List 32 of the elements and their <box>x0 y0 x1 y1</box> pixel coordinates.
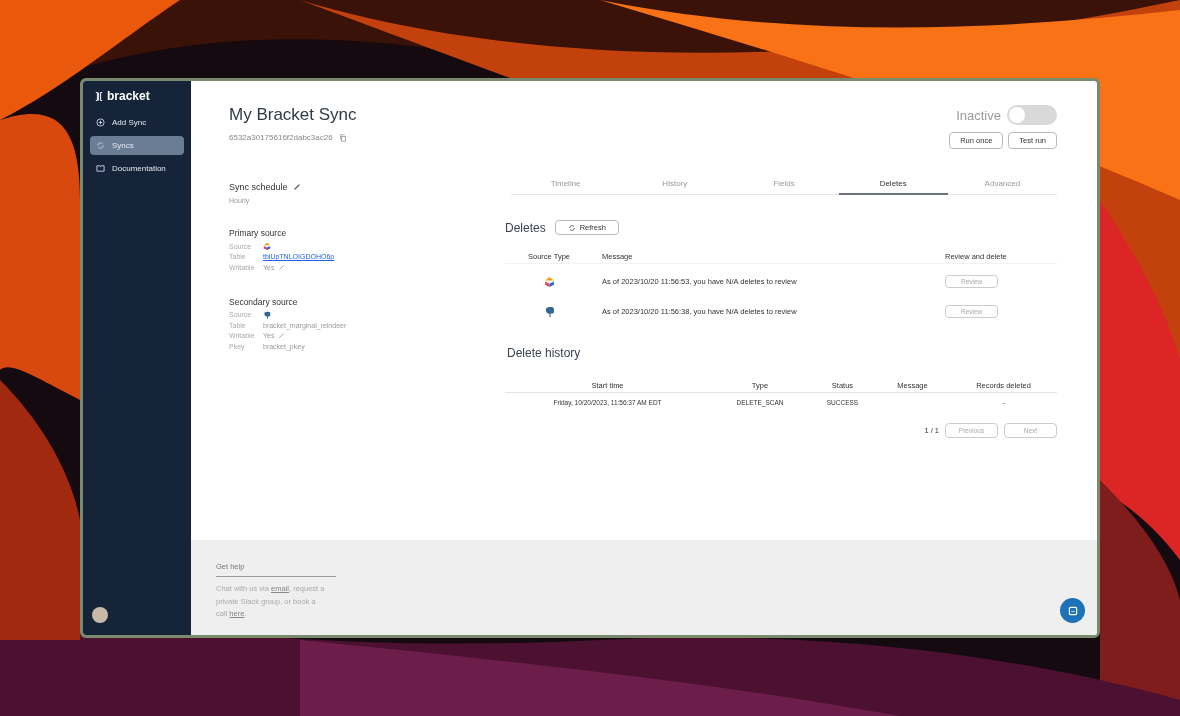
sidebar-item[interactable]: Add Sync <box>90 113 184 132</box>
sync-icon <box>96 141 105 150</box>
database-icon <box>543 305 555 317</box>
section-title: Primary source <box>229 228 288 238</box>
database-icon <box>263 310 271 319</box>
section-title: Sync schedule <box>229 182 288 192</box>
status-label: Inactive <box>956 107 1001 123</box>
tab[interactable]: History <box>620 179 730 194</box>
spreadsheet-icon <box>543 275 555 287</box>
user-avatar[interactable] <box>92 607 108 623</box>
section-title: Secondary source <box>229 296 299 307</box>
toggle-switch[interactable] <box>1007 105 1057 125</box>
bracket-logo-icon <box>95 90 103 102</box>
tab[interactable]: Fields <box>729 179 839 194</box>
sync-id: 6532a30175616f2dabc3ac26 <box>229 133 333 142</box>
tab[interactable]: Timeline <box>511 179 621 194</box>
plus-icon <box>96 118 105 127</box>
tab[interactable]: Deletes <box>838 179 948 195</box>
sidebar-item[interactable]: Documentation <box>90 159 184 178</box>
pencil-icon[interactable] <box>292 183 301 191</box>
refresh-icon <box>567 223 576 232</box>
tab[interactable]: Advanced <box>947 179 1057 194</box>
spreadsheet-icon <box>263 242 271 251</box>
book-icon <box>96 164 105 173</box>
chat-button[interactable] <box>1060 598 1085 623</box>
section-heading: Delete history <box>507 346 582 360</box>
sync-title: My Bracket Sync <box>229 105 358 126</box>
section-heading: Deletes <box>505 220 546 235</box>
sidebar-item[interactable]: Syncs <box>90 136 184 155</box>
copy-icon[interactable] <box>338 133 347 142</box>
logo: bracket <box>107 89 150 103</box>
chat-icon <box>1066 604 1079 617</box>
